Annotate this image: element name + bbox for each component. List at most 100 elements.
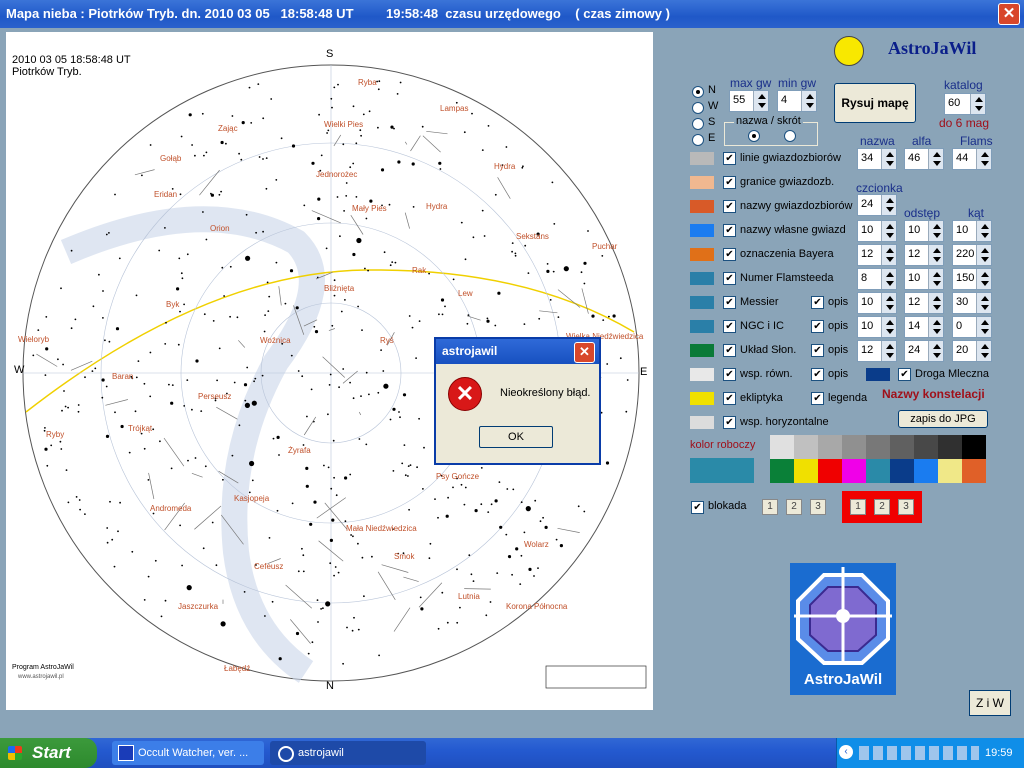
spin-arrows-icon[interactable] [976, 245, 991, 265]
color-swatch-equatorial[interactable] [690, 368, 714, 381]
messier-spacing-spinner[interactable]: 12 [904, 292, 944, 314]
checkbox-messier[interactable]: ✔ [723, 296, 736, 309]
constellation-names-link[interactable]: Nazwy konstelacji [882, 387, 985, 401]
ngc-spacing-spinner[interactable]: 14 [904, 316, 944, 338]
palette-row1-color-2[interactable] [818, 435, 842, 459]
solar-angle-spinner[interactable]: 20 [952, 340, 992, 362]
solar-spacing-spinner[interactable]: 24 [904, 340, 944, 362]
palette-row2-color-4[interactable] [866, 459, 890, 483]
checkbox-borders[interactable]: ✔ [723, 176, 736, 189]
palette-row1-color-3[interactable] [842, 435, 866, 459]
spin-arrows-icon[interactable] [881, 221, 896, 241]
slot-a-1[interactable]: 1 [762, 499, 778, 515]
close-button[interactable]: ✕ [998, 3, 1020, 25]
spin-arrows-icon[interactable] [976, 269, 991, 289]
checkbox-messier-opis[interactable]: ✔ [811, 296, 824, 309]
radio-skrot[interactable] [784, 130, 796, 142]
flamsteed-angle-spinner[interactable]: 150 [952, 268, 992, 290]
max-gw-spinner[interactable]: 55 [729, 90, 769, 112]
flams-spinner[interactable]: 44 [952, 148, 992, 170]
color-swatch-horizontal[interactable] [690, 416, 714, 429]
checkbox-equatorial[interactable]: ✔ [723, 368, 736, 381]
spin-arrows-icon[interactable] [976, 293, 991, 313]
spin-arrows-icon[interactable] [928, 293, 943, 313]
radio-s[interactable] [692, 118, 704, 130]
bayer-angle-spinner[interactable]: 220 [952, 244, 992, 266]
star-names-size-spinner[interactable]: 10 [857, 220, 897, 242]
ziw-button[interactable]: Z i W [969, 690, 1011, 716]
tray-expand-icon[interactable]: ‹ [839, 745, 853, 759]
messier-size-spinner[interactable]: 10 [857, 292, 897, 314]
checkbox-constellation-names[interactable]: ✔ [723, 200, 736, 213]
spin-arrows-icon[interactable] [881, 245, 896, 265]
palette-row1-color-6[interactable] [914, 435, 938, 459]
color-swatch-flamsteed[interactable] [690, 272, 714, 285]
messier-angle-spinner[interactable]: 30 [952, 292, 992, 314]
color-swatch-solar-system[interactable] [690, 344, 714, 357]
katalog-spinner[interactable]: 60 [944, 93, 986, 115]
ngc-angle-spinner[interactable]: 0 [952, 316, 992, 338]
spin-arrows-icon[interactable] [928, 149, 943, 169]
bayer-size-spinner[interactable]: 12 [857, 244, 897, 266]
slot-b-3[interactable]: 3 [898, 499, 914, 515]
checkbox-lines[interactable]: ✔ [723, 152, 736, 165]
color-swatch-constellation-names[interactable] [690, 200, 714, 213]
spin-arrows-icon[interactable] [970, 94, 985, 114]
checkbox-bayer[interactable]: ✔ [723, 248, 736, 261]
checkbox-milky-way[interactable]: ✔ [898, 368, 911, 381]
slot-a-3[interactable]: 3 [810, 499, 826, 515]
spin-arrows-icon[interactable] [976, 149, 991, 169]
bayer-spacing-spinner[interactable]: 12 [904, 244, 944, 266]
task-occult-watcher[interactable]: Occult Watcher, ver. ... [112, 741, 264, 765]
palette-row2-color-0[interactable] [770, 459, 794, 483]
slot-a-2[interactable]: 2 [786, 499, 802, 515]
spin-arrows-icon[interactable] [928, 221, 943, 241]
color-swatch-ngc[interactable] [690, 320, 714, 333]
palette-row2-color-1[interactable] [794, 459, 818, 483]
palette-row1-color-0[interactable] [770, 435, 794, 459]
spin-arrows-icon[interactable] [976, 341, 991, 361]
spin-arrows-icon[interactable] [881, 149, 896, 169]
palette-row2-color-2[interactable] [818, 459, 842, 483]
spin-arrows-icon[interactable] [881, 317, 896, 337]
spin-arrows-icon[interactable] [976, 317, 991, 337]
checkbox-ngc[interactable]: ✔ [723, 320, 736, 333]
color-swatch-star-names[interactable] [690, 224, 714, 237]
palette-row2-color-5[interactable] [890, 459, 914, 483]
checkbox-horizontal[interactable]: ✔ [723, 416, 736, 429]
palette-row2-color-6[interactable] [914, 459, 938, 483]
spin-arrows-icon[interactable] [928, 317, 943, 337]
flamsteed-spacing-spinner[interactable]: 10 [904, 268, 944, 290]
palette-row1-color-4[interactable] [866, 435, 890, 459]
spin-arrows-icon[interactable] [928, 341, 943, 361]
color-swatch-lines[interactable] [690, 152, 714, 165]
radio-nazwa[interactable] [748, 130, 760, 142]
checkbox-equatorial-opis[interactable]: ✔ [811, 368, 824, 381]
dialog-ok-button[interactable]: OK [479, 426, 553, 448]
spin-arrows-icon[interactable] [881, 195, 896, 215]
start-button[interactable]: Start [0, 738, 97, 768]
spin-arrows-icon[interactable] [881, 341, 896, 361]
spin-arrows-icon[interactable] [928, 269, 943, 289]
flamsteed-size-spinner[interactable]: 8 [857, 268, 897, 290]
tray-icons[interactable] [859, 746, 979, 760]
palette-row1-color-5[interactable] [890, 435, 914, 459]
spin-arrows-icon[interactable] [801, 91, 816, 111]
radio-n[interactable] [692, 86, 704, 98]
checkbox-solar-system[interactable]: ✔ [723, 344, 736, 357]
palette-row2-color-8[interactable] [962, 459, 986, 483]
palette-row2-color-7[interactable] [938, 459, 962, 483]
star-names-spacing-spinner[interactable]: 10 [904, 220, 944, 242]
czcionka-spinner[interactable]: 24 [857, 194, 897, 216]
spin-arrows-icon[interactable] [753, 91, 768, 111]
spin-arrows-icon[interactable] [881, 269, 896, 289]
ngc-size-spinner[interactable]: 10 [857, 316, 897, 338]
color-swatch-bayer[interactable] [690, 248, 714, 261]
color-swatch-messier[interactable] [690, 296, 714, 309]
radio-e[interactable] [692, 134, 704, 146]
draw-map-button[interactable]: Rysuj mapę [834, 83, 916, 123]
alfa-spinner[interactable]: 46 [904, 148, 944, 170]
palette-row1-color-1[interactable] [794, 435, 818, 459]
solar-size-spinner[interactable]: 12 [857, 340, 897, 362]
checkbox-blokada[interactable]: ✔ [691, 501, 704, 514]
